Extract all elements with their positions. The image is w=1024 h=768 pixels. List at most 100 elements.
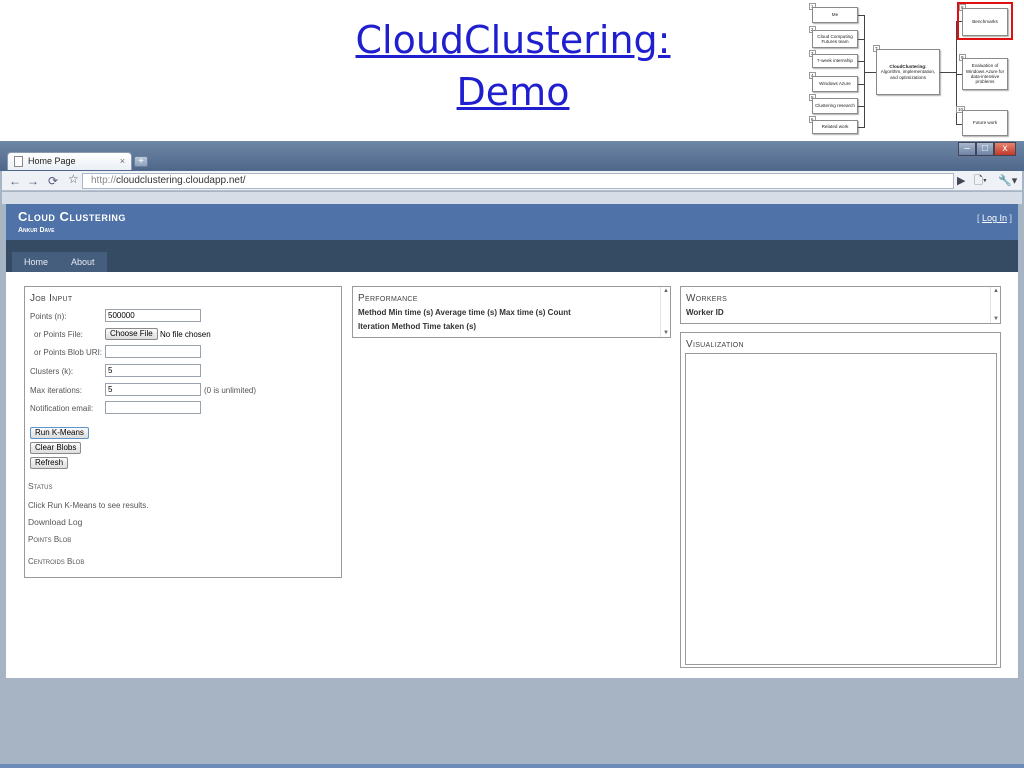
slide-title-line2[interactable]: Demo xyxy=(300,66,726,118)
window-controls: – □ x xyxy=(958,142,1018,158)
url-text: cloudclustering.cloudapp.net/ xyxy=(116,175,246,186)
blob-uri-input[interactable] xyxy=(105,345,201,358)
slide-title-line1[interactable]: CloudClustering: xyxy=(300,14,726,66)
points-file-label: or Points File: xyxy=(34,330,83,339)
diagram-label: Me xyxy=(831,12,839,18)
close-window-button[interactable]: x xyxy=(994,142,1016,156)
email-input[interactable] xyxy=(105,401,201,414)
new-tab-button[interactable]: + xyxy=(134,156,148,167)
visualization-title: Visualization xyxy=(686,339,744,350)
performance-scrollbar[interactable]: ▲ ▼ xyxy=(660,287,670,337)
close-tab-icon[interactable]: × xyxy=(120,153,125,169)
diagram-label: Clustering research xyxy=(815,103,855,109)
diagram-box-ccf-team[interactable]: Cloud Computing Futures team xyxy=(812,30,858,48)
diagram-box-me[interactable]: Me xyxy=(812,7,858,23)
nav-home[interactable]: Home xyxy=(12,252,61,272)
wrench-menu-icon[interactable]: 🔧▾ xyxy=(998,173,1017,189)
workers-title: Workers xyxy=(686,293,728,304)
visualization-canvas[interactable] xyxy=(685,353,997,665)
centroids-blob-title: Centroids Blob xyxy=(28,557,85,566)
refresh-button[interactable]: Refresh xyxy=(30,457,69,469)
browser-window: Home Page × + – □ x ← → ⟳ ☆ http://cloudcl… xyxy=(0,141,1024,768)
download-log-link[interactable]: Download Log xyxy=(28,517,82,527)
max-iterations-hint: (0 is unlimited) xyxy=(204,386,257,395)
job-input-panel: Job Input Points (n): or Points File: Ch… xyxy=(24,286,342,578)
max-iterations-label: Max iterations: xyxy=(30,386,83,395)
slide-title: CloudClustering: Demo xyxy=(300,14,726,118)
nav-about[interactable]: About xyxy=(59,252,107,272)
performance-panel: Performance Method Min time (s) Average … xyxy=(352,286,671,338)
performance-title: Performance xyxy=(358,293,418,304)
taskbar-strip xyxy=(0,764,1024,768)
slide: CloudClustering: Demo 1 Me 2 Cloud Compu… xyxy=(0,0,1024,768)
clusters-input[interactable] xyxy=(105,364,201,377)
address-bar[interactable]: http://cloudclustering.cloudapp.net/ xyxy=(82,173,954,189)
performance-summary-header: Method Min time (s) Average time (s) Max… xyxy=(358,308,571,317)
reload-icon[interactable]: ⟳ xyxy=(46,173,60,189)
login-bracket-close: ] xyxy=(1006,213,1012,223)
blob-uri-label: or Points Blob URI: xyxy=(34,348,103,357)
diagram-label: Related work xyxy=(821,124,849,130)
status-title: Status xyxy=(28,481,53,491)
diagram-label: Benchmarks xyxy=(972,19,998,25)
web-page: Cloud Clustering Ankur Dave [ Log In ] H… xyxy=(6,204,1018,678)
diagram-box-cloudclustering[interactable]: CloudClustering: Algorithm, implementati… xyxy=(876,49,940,95)
points-blob-title: Points Blob xyxy=(28,535,72,544)
diagram-box-azure[interactable]: Windows Azure xyxy=(812,76,858,92)
worker-id-header: Worker ID xyxy=(686,308,724,317)
choose-file-button[interactable]: Choose File xyxy=(105,328,158,340)
page-icon xyxy=(14,156,23,167)
url-protocol: http:// xyxy=(91,175,117,186)
page-menu-icon[interactable]: 🗋▾ xyxy=(974,173,987,189)
clear-blobs-button[interactable]: Clear Blobs xyxy=(30,442,82,454)
site-title: Cloud Clustering xyxy=(18,209,126,224)
diagram-box-clustering[interactable]: Clustering research xyxy=(812,98,858,114)
diagram-label: Windows Azure xyxy=(819,81,851,87)
diagram-box-related[interactable]: Related work xyxy=(812,120,858,134)
diagram-box-future-work[interactable]: Future work xyxy=(962,110,1008,136)
login-area: [ Log In ] xyxy=(977,213,1012,223)
bookmark-star-icon[interactable]: ☆ xyxy=(68,172,79,186)
site-nav: Home About xyxy=(6,240,1018,272)
browser-toolbar: ← → ⟳ ☆ http://cloudclustering.cloudapp.… xyxy=(2,171,1022,191)
workers-scrollbar[interactable]: ▲ ▼ xyxy=(990,287,1000,323)
minimize-button[interactable]: – xyxy=(958,142,976,156)
diagram-label: 7-week internship xyxy=(816,58,853,64)
scroll-up-icon[interactable]: ▲ xyxy=(993,288,999,294)
clusters-label: Clusters (k): xyxy=(30,367,74,376)
forward-arrow-icon[interactable]: → xyxy=(26,173,40,189)
points-input[interactable] xyxy=(105,309,201,322)
diagram-label: Evaluation of Windows Azure for data-int… xyxy=(965,63,1005,85)
job-input-title: Job Input xyxy=(30,293,73,304)
visualization-panel: Visualization xyxy=(680,332,1001,668)
login-link[interactable]: Log In xyxy=(982,213,1007,223)
points-label: Points (n): xyxy=(30,312,67,321)
diagram-box-internship[interactable]: 7-week internship xyxy=(812,54,858,68)
play-icon[interactable]: ▶ xyxy=(957,173,965,189)
diagram-box-evaluation[interactable]: Evaluation of Windows Azure for data-int… xyxy=(962,58,1008,90)
bookmarks-bar xyxy=(2,192,1022,204)
scroll-up-icon[interactable]: ▲ xyxy=(663,288,669,294)
site-header: Cloud Clustering Ankur Dave [ Log In ] xyxy=(6,204,1018,240)
no-file-text: No file chosen xyxy=(160,330,211,339)
email-label: Notification email: xyxy=(30,404,94,413)
scroll-down-icon[interactable]: ▼ xyxy=(993,316,999,322)
outline-diagram: 1 Me 2 Cloud Computing Futures team 3 7-… xyxy=(808,2,1014,142)
diagram-label: Algorithm, implementation, and optimizat… xyxy=(880,69,936,80)
max-iterations-input[interactable] xyxy=(105,383,201,396)
diagram-box-benchmarks[interactable]: Benchmarks xyxy=(962,8,1008,36)
diagram-label: Cloud Computing Futures team xyxy=(817,33,853,44)
status-text: Click Run K-Means to see results. xyxy=(28,501,149,510)
scroll-down-icon[interactable]: ▼ xyxy=(663,330,669,336)
browser-tab[interactable]: Home Page × xyxy=(7,152,132,170)
workers-panel: Workers Worker ID ▲ ▼ xyxy=(680,286,1001,324)
performance-iteration-header: Iteration Method Time taken (s) xyxy=(358,322,477,331)
connector xyxy=(864,72,876,73)
maximize-button[interactable]: □ xyxy=(976,142,994,156)
browser-titlebar: Home Page × + – □ x xyxy=(0,141,1024,171)
diagram-label: Future work xyxy=(972,120,998,126)
run-kmeans-button[interactable]: Run K-Means xyxy=(30,427,89,439)
tab-title: Home Page xyxy=(28,156,76,166)
site-subtitle: Ankur Dave xyxy=(18,227,55,234)
back-arrow-icon[interactable]: ← xyxy=(8,173,22,189)
